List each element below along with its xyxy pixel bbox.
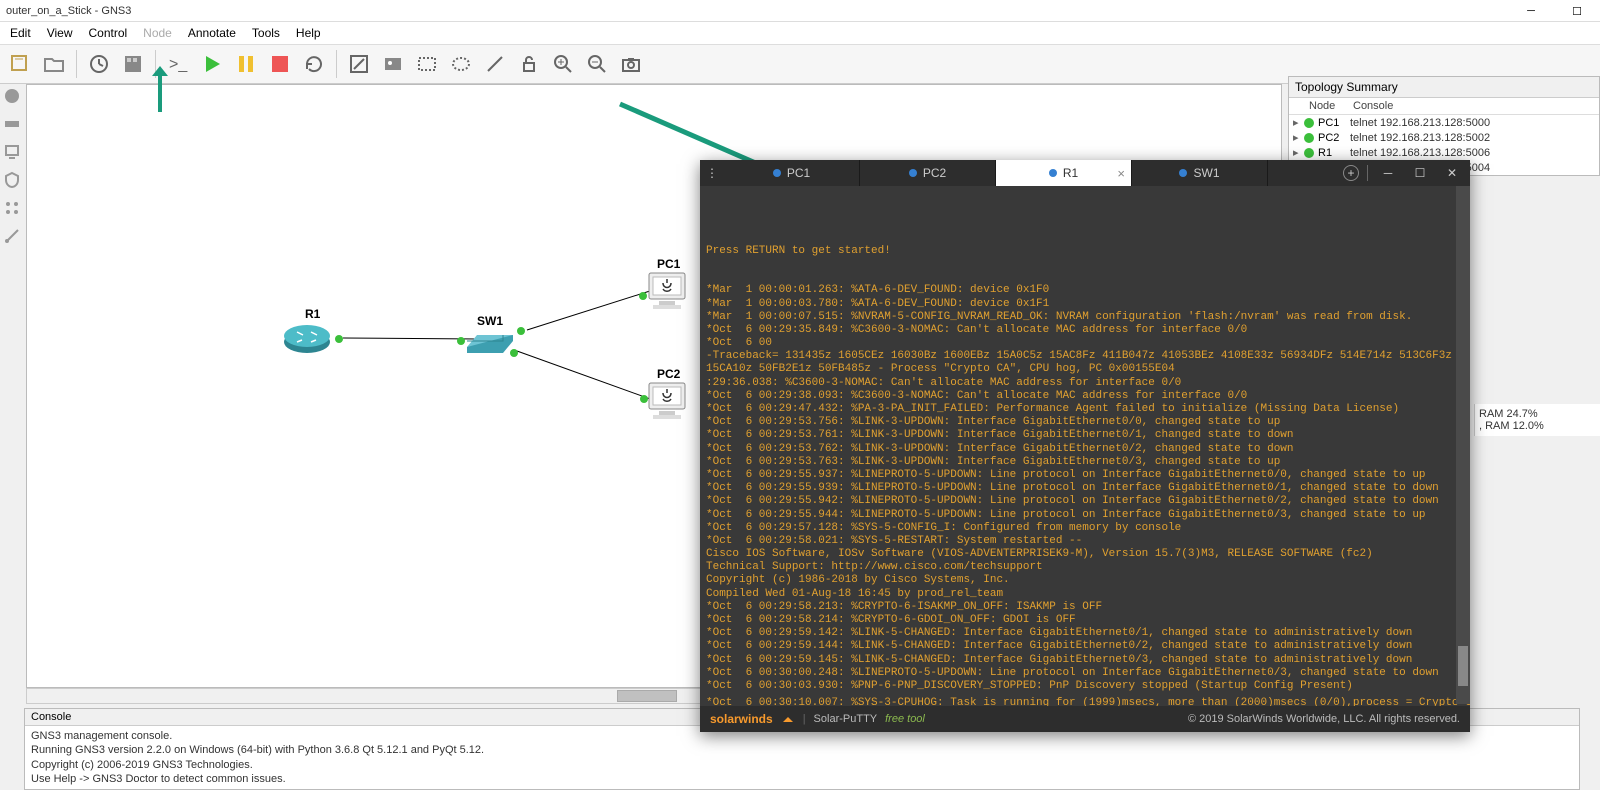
device-sw1-label: SW1 bbox=[477, 314, 503, 328]
menu-control[interactable]: Control bbox=[80, 24, 135, 42]
terminal-footer: solarwinds | Solar-PuTTY free tool © 201… bbox=[700, 706, 1470, 732]
stop-button[interactable] bbox=[264, 48, 296, 80]
terminal-window: ⋮ PC1PC2R1×SW1 + ─ ☐ ✕ Press RETURN to g… bbox=[700, 160, 1470, 732]
play-button[interactable] bbox=[196, 48, 228, 80]
terminal-free: free tool bbox=[885, 713, 925, 725]
zoom-in-button[interactable] bbox=[547, 48, 579, 80]
port-pc1 bbox=[639, 292, 647, 300]
maximize-button[interactable]: ☐ bbox=[1554, 0, 1600, 22]
stats-ram: RAM 24.7% bbox=[1479, 408, 1596, 420]
terminal-add-tab[interactable]: + bbox=[1343, 165, 1359, 181]
topology-row[interactable]: ▸PC1telnet 192.168.213.128:5000 bbox=[1289, 115, 1599, 130]
device-pc2-icon[interactable] bbox=[645, 381, 689, 423]
clock-icon[interactable] bbox=[83, 48, 115, 80]
terminal-tabbar: ⋮ PC1PC2R1×SW1 + ─ ☐ ✕ bbox=[700, 160, 1470, 186]
zoom-out-button[interactable] bbox=[581, 48, 613, 80]
reload-button[interactable] bbox=[298, 48, 330, 80]
device-pc2-label: PC2 bbox=[657, 367, 680, 381]
topology-header: Topology Summary bbox=[1289, 77, 1599, 98]
device-r1-icon[interactable] bbox=[282, 322, 332, 356]
terminal-brand: solarwinds bbox=[710, 712, 773, 726]
topology-row[interactable]: ▸R1telnet 192.168.213.128:5006 bbox=[1289, 145, 1599, 160]
terminal-menu-button[interactable]: ⋮ bbox=[700, 160, 724, 186]
edit-button[interactable] bbox=[343, 48, 375, 80]
menu-edit[interactable]: Edit bbox=[2, 24, 39, 42]
title-text: outer_on_a_Stick - GNS3 bbox=[6, 5, 131, 17]
terminal-output[interactable]: Press RETURN to get started! *Mar 1 00:0… bbox=[700, 186, 1470, 706]
grid-button[interactable] bbox=[117, 48, 149, 80]
terminal-tab-pc1[interactable]: PC1 bbox=[724, 160, 860, 186]
ellipse-button[interactable] bbox=[445, 48, 477, 80]
console-button[interactable]: >_ bbox=[162, 48, 194, 80]
lock-button[interactable] bbox=[513, 48, 545, 80]
terminal-tab-r1[interactable]: R1× bbox=[996, 160, 1132, 186]
port-pc2 bbox=[640, 395, 648, 403]
port-sw1-left bbox=[457, 337, 465, 345]
palette-pc-icon[interactable] bbox=[2, 142, 22, 162]
port-r1 bbox=[335, 335, 343, 343]
terminal-tab-pc2[interactable]: PC2 bbox=[860, 160, 996, 186]
menu-annotate[interactable]: Annotate bbox=[180, 24, 244, 42]
screenshot-button[interactable] bbox=[615, 48, 647, 80]
terminal-tab-sw1[interactable]: SW1 bbox=[1132, 160, 1268, 186]
window-controls: ─ ☐ bbox=[1508, 0, 1600, 22]
server-stats: RAM 24.7% , RAM 12.0% bbox=[1474, 404, 1600, 436]
palette-router-icon[interactable] bbox=[2, 86, 22, 106]
terminal-product: Solar-PuTTY bbox=[814, 713, 878, 725]
device-pc1-label: PC1 bbox=[657, 257, 680, 271]
topology-title: Topology Summary bbox=[1295, 80, 1398, 94]
palette-security-icon[interactable] bbox=[2, 170, 22, 190]
minimize-button[interactable]: ─ bbox=[1508, 0, 1554, 22]
pause-button[interactable] bbox=[230, 48, 262, 80]
palette-link-icon[interactable] bbox=[2, 226, 22, 246]
port-sw1-top bbox=[517, 327, 525, 335]
terminal-minimize[interactable]: ─ bbox=[1376, 164, 1400, 182]
image-button[interactable] bbox=[377, 48, 409, 80]
menubar: Edit View Control Node Annotate Tools He… bbox=[0, 22, 1600, 44]
terminal-close[interactable]: ✕ bbox=[1440, 164, 1464, 182]
stats-load: , RAM 12.0% bbox=[1479, 420, 1596, 432]
titlebar: outer_on_a_Stick - GNS3 bbox=[0, 0, 1600, 22]
port-sw1-bot bbox=[510, 349, 518, 357]
terminal-maximize[interactable]: ☐ bbox=[1408, 164, 1432, 182]
rect-button[interactable] bbox=[411, 48, 443, 80]
line-button[interactable] bbox=[479, 48, 511, 80]
menu-help[interactable]: Help bbox=[288, 24, 329, 42]
svg-text:>_: >_ bbox=[169, 56, 188, 73]
console-body: GNS3 management console.Running GNS3 ver… bbox=[25, 726, 1579, 789]
terminal-copyright: © 2019 SolarWinds Worldwide, LLC. All ri… bbox=[1188, 713, 1460, 725]
open-project-button[interactable] bbox=[38, 48, 70, 80]
new-project-button[interactable] bbox=[4, 48, 36, 80]
topology-col-console: Console bbox=[1353, 100, 1595, 112]
palette-switch-icon[interactable] bbox=[2, 114, 22, 134]
topology-col-node: Node bbox=[1293, 100, 1353, 112]
terminal-scrollbar[interactable] bbox=[1456, 186, 1470, 704]
menu-view[interactable]: View bbox=[39, 24, 81, 42]
menu-tools[interactable]: Tools bbox=[244, 24, 288, 42]
topology-row[interactable]: ▸PC2telnet 192.168.213.128:5002 bbox=[1289, 130, 1599, 145]
palette-all-icon[interactable] bbox=[2, 198, 22, 218]
device-palette bbox=[0, 84, 24, 704]
menu-node: Node bbox=[135, 24, 180, 42]
device-r1-label: R1 bbox=[305, 307, 320, 321]
device-pc1-icon[interactable] bbox=[645, 271, 689, 313]
